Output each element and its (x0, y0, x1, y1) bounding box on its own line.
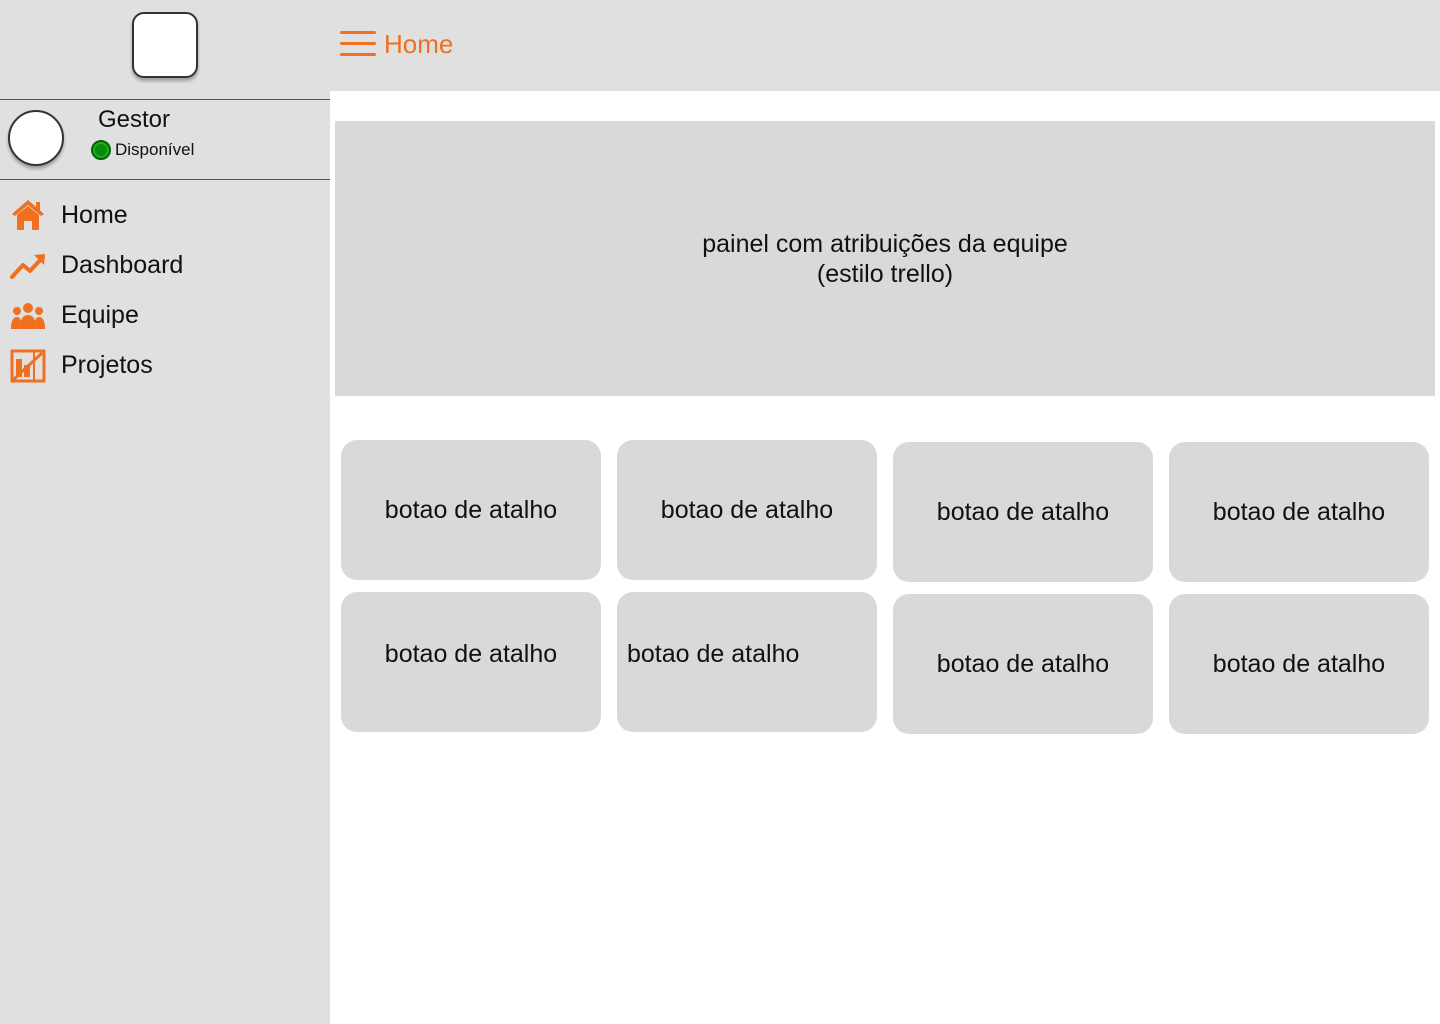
projects-icon (10, 347, 46, 383)
sidebar-item-dashboard[interactable]: Dashboard (0, 240, 330, 290)
top-bar: Home (330, 0, 1440, 91)
user-profile: Gestor Disponível (0, 100, 330, 180)
sidebar-item-label: Equipe (61, 300, 139, 329)
sidebar-item-label: Dashboard (61, 250, 184, 279)
sidebar-item-equipe[interactable]: Equipe (0, 290, 330, 340)
panel-text-line2: (estilo trello) (816, 259, 954, 288)
status-dot-icon (91, 140, 111, 160)
sidebar-item-home[interactable]: Home (0, 190, 330, 240)
sidebar-item-label: Projetos (61, 350, 153, 379)
shortcut-button[interactable]: botao de atalho (341, 440, 601, 580)
trending-up-icon (10, 247, 46, 283)
shortcut-button[interactable]: botao de atalho (1169, 442, 1429, 582)
shortcut-button[interactable]: botao de atalho (893, 594, 1153, 734)
sidebar-item-label: Home (61, 200, 128, 229)
home-icon (10, 197, 46, 233)
team-icon (10, 297, 46, 333)
hamburger-menu-icon[interactable] (340, 31, 376, 59)
shortcut-button[interactable]: botao de atalho (617, 592, 877, 732)
panel-text-line1: painel com atribuições da equipe (702, 229, 1068, 258)
shortcut-button[interactable]: botao de atalho (893, 442, 1153, 582)
logo-area (0, 0, 330, 100)
status-badge: Disponível (91, 140, 194, 160)
avatar[interactable] (8, 110, 64, 166)
status-label: Disponível (115, 140, 195, 159)
logo-placeholder[interactable] (132, 12, 198, 78)
sidebar: Gestor Disponível Home Dashboard Equipe … (0, 0, 330, 1024)
shortcut-button[interactable]: botao de atalho (341, 592, 601, 732)
sidebar-item-projetos[interactable]: Projetos (0, 340, 330, 390)
shortcut-button[interactable]: botao de atalho (1169, 594, 1429, 734)
page-title: Home (384, 29, 454, 59)
user-name: Gestor (98, 106, 171, 133)
team-assignments-panel: painel com atribuições da equipe (estilo… (335, 121, 1435, 396)
sidebar-nav: Home Dashboard Equipe Projetos (0, 190, 330, 390)
shortcut-button[interactable]: botao de atalho (617, 440, 877, 580)
